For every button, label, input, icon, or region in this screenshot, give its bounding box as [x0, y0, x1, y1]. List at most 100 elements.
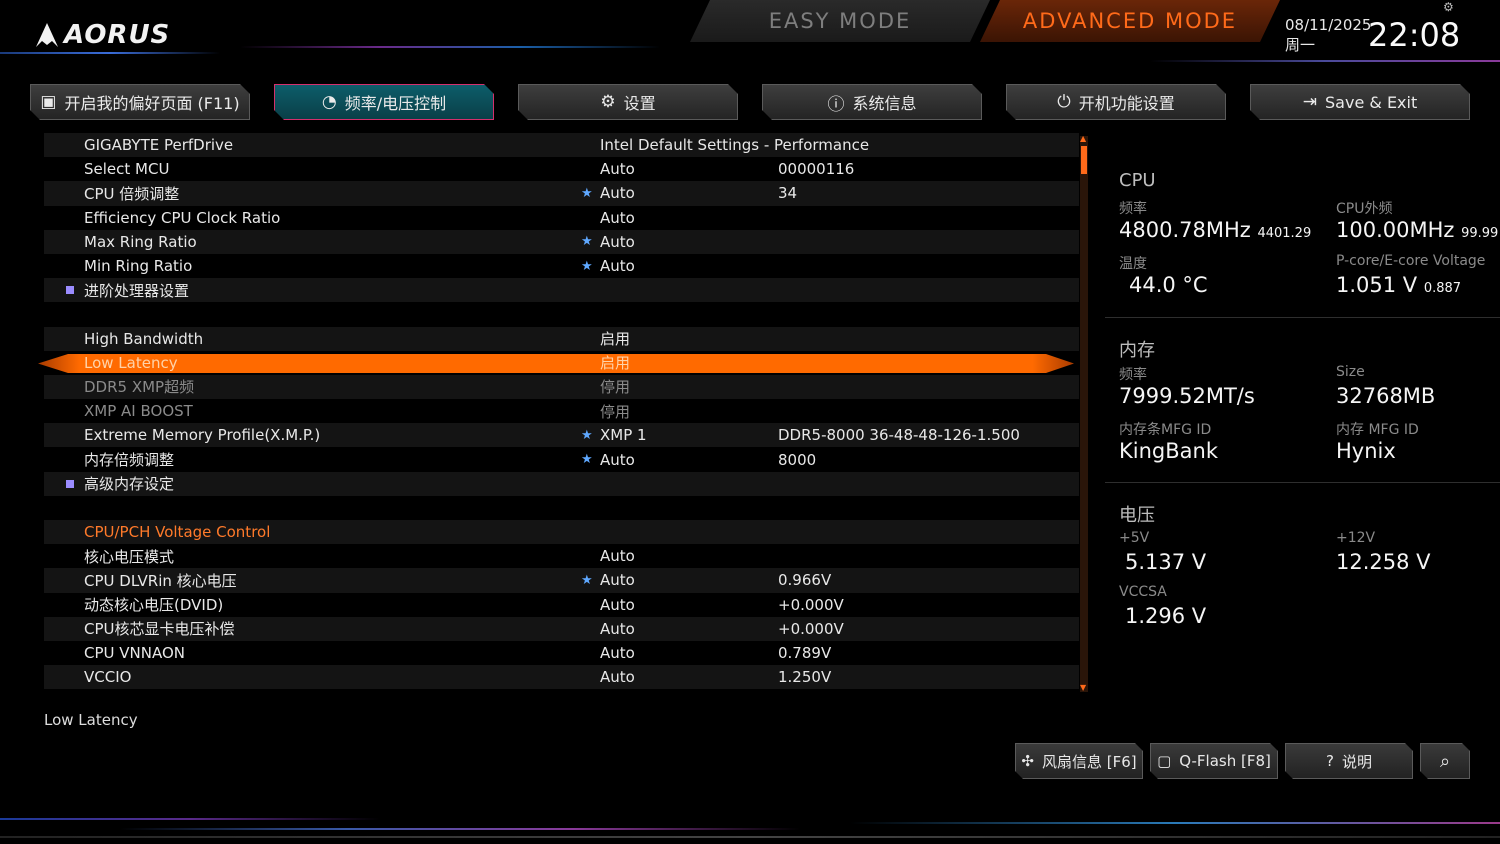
- favorite-star-icon[interactable]: ★: [581, 452, 593, 467]
- star-page-icon: ▣: [40, 92, 57, 112]
- cpu-section-title: CPU: [1119, 170, 1156, 191]
- tab-system-info[interactable]: ⓘ 系统信息: [762, 84, 982, 120]
- setting-label: CPU VNNAON: [84, 644, 185, 663]
- setting-row-vnnaon[interactable]: CPU VNNAON Auto 0.789V: [44, 641, 1079, 665]
- setting-row-vccio[interactable]: VCCIO Auto 1.250V: [44, 665, 1079, 690]
- setting-value[interactable]: XMP 1: [600, 426, 647, 444]
- mem-ic-label: 内存 MFG ID: [1336, 422, 1419, 438]
- setting-row-min-ring[interactable]: Min Ring Ratio ★ Auto: [44, 254, 1079, 278]
- fan-icon: ✣: [1021, 752, 1034, 770]
- setting-row-select-mcu[interactable]: Select MCU Auto 00000116: [44, 157, 1079, 181]
- setting-row-cpu-ratio[interactable]: CPU 倍频调整 ★ Auto 34: [44, 181, 1079, 206]
- setting-value[interactable]: Auto: [600, 257, 635, 275]
- setting-value[interactable]: Auto: [600, 160, 635, 178]
- favorite-star-icon[interactable]: ★: [581, 428, 593, 443]
- fan-info-button[interactable]: ✣ 风扇信息 [F6]: [1015, 743, 1143, 779]
- setting-label: 进阶处理器设置: [84, 281, 190, 300]
- setting-value[interactable]: Auto: [600, 547, 635, 565]
- vccsa-value: 1.296 V: [1125, 604, 1207, 628]
- setting-row-mem-ratio[interactable]: 内存倍频调整 ★ Auto 8000: [44, 447, 1079, 471]
- info-icon: ⓘ: [827, 94, 845, 115]
- favorite-star-icon[interactable]: ★: [581, 259, 593, 274]
- setting-current: 0.966V: [778, 571, 832, 590]
- setting-label: CPU DLVRin 核心电压: [84, 571, 237, 590]
- divider: [1105, 482, 1500, 483]
- setting-row-dvid[interactable]: 动态核心电压(DVID) Auto +0.000V: [44, 593, 1079, 617]
- setting-row-vcore-mode[interactable]: 核心电压模式 Auto: [44, 544, 1079, 568]
- setting-current: 0.789V: [778, 644, 832, 663]
- tab-label: 开启我的偏好页面 (F11): [64, 94, 240, 113]
- setting-value[interactable]: Auto: [600, 596, 635, 614]
- favorite-star-icon[interactable]: ★: [581, 573, 593, 588]
- advanced-mode-button[interactable]: ADVANCED MODE: [980, 0, 1280, 42]
- vccsa-label: VCCSA: [1119, 584, 1167, 600]
- search-button[interactable]: ⌕: [1420, 743, 1470, 779]
- setting-row-ecore-ratio[interactable]: Efficiency CPU Clock Ratio Auto: [44, 206, 1079, 230]
- corner-gear-icon[interactable]: ⚙: [1443, 0, 1454, 14]
- weekday-text: 周一: [1285, 36, 1316, 54]
- aorus-logo: AORUS: [34, 20, 170, 50]
- setting-row-igpu-offset[interactable]: CPU核芯显卡电压补偿 Auto +0.000V: [44, 616, 1079, 641]
- setting-row-high-bandwidth[interactable]: High Bandwidth 启用: [44, 326, 1079, 351]
- setting-current: 34: [778, 184, 798, 203]
- setting-label: VCCIO: [84, 668, 132, 687]
- clock: 22:08: [1368, 16, 1461, 54]
- help-description: Low Latency: [44, 711, 138, 729]
- setting-value[interactable]: 启用: [600, 328, 630, 349]
- easy-mode-button[interactable]: EASY MODE: [690, 0, 990, 42]
- header: AORUS EASY MODE ADVANCED MODE 08/11/2025…: [0, 0, 1500, 78]
- help-button[interactable]: ? 说明: [1285, 743, 1413, 779]
- header-decor: [240, 46, 660, 48]
- setting-label: 动态核心电压(DVID): [84, 596, 224, 615]
- scrollbar-thumb[interactable]: [1081, 146, 1087, 174]
- section-title: CPU/PCH Voltage Control: [84, 523, 271, 542]
- qflash-button[interactable]: ▢ Q-Flash [F8]: [1150, 743, 1278, 779]
- scrollbar-track[interactable]: [1080, 136, 1088, 692]
- scroll-up-arrow-icon[interactable]: ▲: [1080, 134, 1086, 143]
- tab-tweaker[interactable]: ◔ 频率/电压控制: [274, 84, 494, 120]
- cpu-freq-value: 4800.78MHz 4401.29: [1119, 218, 1312, 242]
- mem-ic-value: Hynix: [1336, 439, 1396, 463]
- setting-row-xmp-profile[interactable]: Extreme Memory Profile(X.M.P.) ★ XMP 1 D…: [44, 423, 1079, 448]
- date-text: 08/11/2025: [1285, 16, 1372, 34]
- setting-row-low-latency[interactable]: Low Latency 启用: [44, 351, 1079, 375]
- tab-settings[interactable]: ⚙ 设置: [518, 84, 738, 120]
- setting-value[interactable]: Auto: [600, 209, 635, 227]
- voltage-section-title: 电压: [1119, 505, 1155, 526]
- setting-value[interactable]: Auto: [600, 184, 635, 202]
- setting-label: Low Latency: [84, 353, 178, 372]
- setting-row-perfdrive[interactable]: GIGABYTE PerfDrive Intel Default Setting…: [44, 133, 1079, 158]
- submenu-advanced-cpu[interactable]: 进阶处理器设置: [44, 278, 1079, 303]
- setting-value[interactable]: Auto: [600, 668, 635, 686]
- scroll-down-arrow-icon[interactable]: ▼: [1080, 683, 1086, 692]
- system-info-panel: CPU 频率 4800.78MHz 4401.29 CPU外频 100.00MH…: [1105, 150, 1500, 670]
- setting-label: Max Ring Ratio: [84, 232, 197, 251]
- setting-label: XMP AI BOOST: [84, 402, 193, 421]
- tab-save-exit[interactable]: ⇥ Save & Exit: [1250, 84, 1470, 120]
- setting-current: 00000116: [778, 160, 855, 179]
- setting-label: Min Ring Ratio: [84, 257, 193, 276]
- favorite-star-icon[interactable]: ★: [581, 186, 593, 201]
- setting-value[interactable]: Auto: [600, 451, 635, 469]
- setting-label: High Bandwidth: [84, 329, 204, 348]
- bottom-decoration: [0, 800, 1500, 844]
- setting-value: 停用: [600, 402, 631, 421]
- favorite-star-icon[interactable]: ★: [581, 234, 593, 249]
- setting-row-dlvrin[interactable]: CPU DLVRin 核心电压 ★ Auto 0.966V: [44, 568, 1079, 593]
- setting-value[interactable]: Auto: [600, 620, 635, 638]
- setting-value[interactable]: Intel Default Settings - Performance: [600, 136, 869, 154]
- settings-list: GIGABYTE PerfDrive Intel Default Setting…: [44, 133, 1079, 690]
- setting-row-ddr5-xmp-oc: DDR5 XMP超频 停用: [44, 374, 1079, 400]
- setting-value[interactable]: 启用: [600, 352, 630, 373]
- submenu-advanced-memory[interactable]: 高级内存设定: [44, 471, 1079, 496]
- tab-favorites[interactable]: ▣ 开启我的偏好页面 (F11): [30, 84, 250, 120]
- v5-label: +5V: [1119, 530, 1150, 546]
- gear-icon: ⚙: [600, 92, 616, 112]
- setting-row-max-ring[interactable]: Max Ring Ratio ★ Auto: [44, 229, 1079, 254]
- setting-value[interactable]: Auto: [600, 644, 635, 662]
- setting-value[interactable]: Auto: [600, 233, 635, 251]
- tab-boot[interactable]: ⏻ 开机功能设置: [1006, 84, 1226, 120]
- mem-mfg-label: 内存条MFG ID: [1119, 422, 1212, 438]
- divider: [1105, 317, 1500, 318]
- setting-value[interactable]: Auto: [600, 571, 635, 589]
